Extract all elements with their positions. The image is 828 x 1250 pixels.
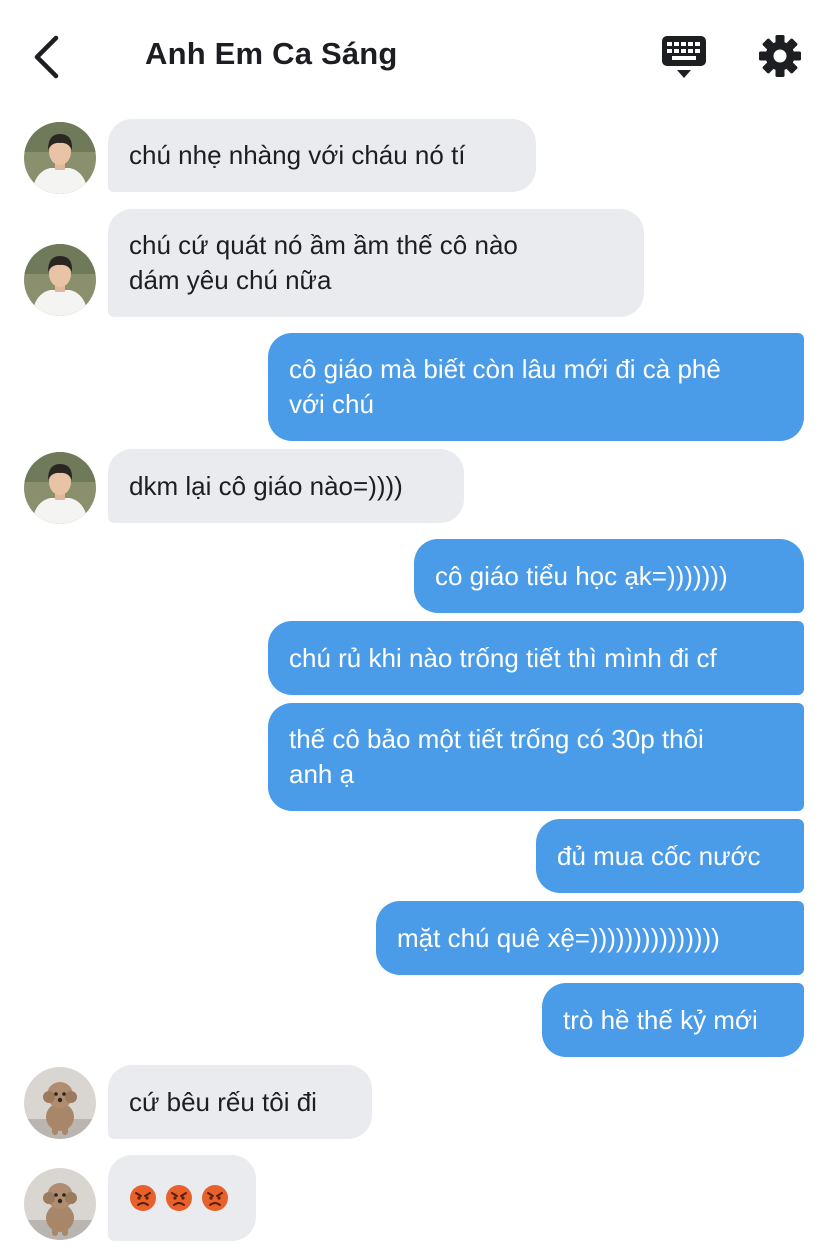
message-bubble-incoming[interactable]: chú cứ quát nó ầm ầm thế cô nào dám yêu …: [108, 209, 644, 317]
message-row: dkm lại cô giáo nào=)))): [0, 448, 828, 524]
message-bubble-outgoing[interactable]: cô giáo tiểu học ạk=))))))): [414, 539, 804, 613]
message-bubble-incoming[interactable]: cứ bêu rếu tôi đi: [108, 1065, 372, 1139]
message-row: cô giáo mà biết còn lâu mới đi cà phê vớ…: [0, 332, 828, 442]
message-row: đủ mua cốc nước: [0, 818, 828, 894]
message-bubble-incoming[interactable]: chú nhẹ nhàng với cháu nó tí: [108, 119, 536, 192]
message-bubble-outgoing[interactable]: chú rủ khi nào trống tiết thì mình đi cf: [268, 621, 804, 695]
message-bubble-outgoing[interactable]: cô giáo mà biết còn lâu mới đi cà phê vớ…: [268, 333, 804, 441]
message-row: chú cứ quát nó ầm ầm thế cô nào dám yêu …: [0, 208, 828, 318]
message-bubble-emoji[interactable]: [108, 1155, 256, 1241]
message-bubble-outgoing[interactable]: mặt chú quê xệ=))))))))))))))): [376, 901, 804, 975]
avatar[interactable]: [24, 122, 96, 194]
message-bubble-incoming[interactable]: dkm lại cô giáo nào=)))): [108, 449, 464, 523]
message-row: trò hề thế kỷ mới: [0, 982, 828, 1058]
message-bubble-outgoing[interactable]: thế cô bảo một tiết trống có 30p thôi an…: [268, 703, 804, 811]
angry-face-icon: [202, 1185, 228, 1211]
avatar[interactable]: [24, 452, 96, 524]
avatar-dog-icon: [24, 1067, 96, 1139]
message-row: cứ bêu rếu tôi đi: [0, 1064, 828, 1140]
message-row: chú rủ khi nào trống tiết thì mình đi cf: [0, 620, 828, 696]
message-bubble-outgoing[interactable]: đủ mua cốc nước: [536, 819, 804, 893]
avatar[interactable]: [24, 1168, 96, 1240]
avatar[interactable]: [24, 1067, 96, 1139]
avatar-boy-icon: [24, 122, 96, 194]
message-list[interactable]: chú nhẹ nhàng với cháu nó tí chú cứ quát…: [0, 0, 828, 1250]
message-row: mặt chú quê xệ=))))))))))))))): [0, 900, 828, 976]
angry-face-icon: [130, 1185, 156, 1211]
avatar[interactable]: [24, 244, 96, 316]
message-row: cô giáo tiểu học ạk=))))))): [0, 538, 828, 614]
message-row: [0, 1154, 828, 1244]
avatar-boy-icon: [24, 244, 96, 316]
avatar-dog-icon: [24, 1168, 96, 1240]
message-row: chú nhẹ nhàng với cháu nó tí: [0, 118, 828, 194]
angry-face-icon: [166, 1185, 192, 1211]
message-bubble-outgoing[interactable]: trò hề thế kỷ mới: [542, 983, 804, 1057]
message-row: thế cô bảo một tiết trống có 30p thôi an…: [0, 702, 828, 812]
avatar-boy-icon: [24, 452, 96, 524]
